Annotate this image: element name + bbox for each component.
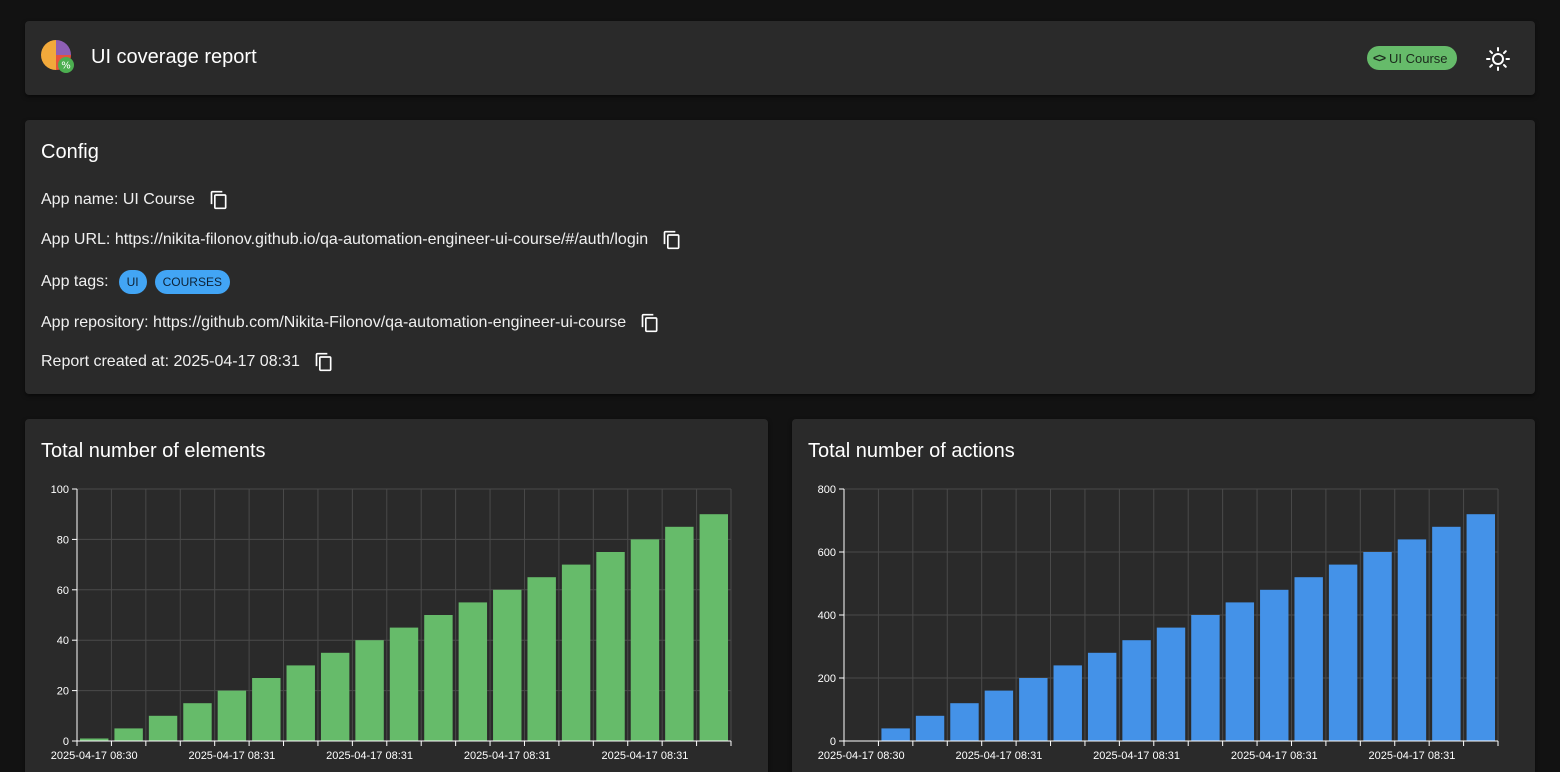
elements-bar[interactable]	[527, 577, 556, 741]
app-url-row: App URL: https://nikita-filonov.github.i…	[41, 230, 682, 250]
report-created-text: Report created at: 2025-04-17 08:31	[41, 353, 300, 370]
actions-bar[interactable]	[1294, 577, 1323, 741]
pie-chart-logo-icon: %	[41, 40, 74, 73]
app-url-text: App URL: https://nikita-filonov.github.i…	[41, 231, 649, 248]
y-tick-label: 400	[818, 610, 836, 622]
app-repository-text: App repository: https://github.com/Nikit…	[41, 314, 627, 331]
actions-bar[interactable]	[1122, 640, 1151, 741]
elements-bar-chart: 0 20 40 60 80 100 2025-04-17 08:30 2025-04-17 0…	[51, 484, 732, 762]
elements-bar[interactable]	[355, 640, 384, 741]
app-tags-label: App tags:	[41, 273, 109, 290]
tag-courses: COURSES	[154, 270, 230, 294]
elements-bar[interactable]	[493, 589, 522, 741]
config-card: Config App name: UI Course App URL: http…	[25, 120, 1535, 394]
actions-bar[interactable]	[881, 728, 910, 741]
elements-bar[interactable]	[424, 615, 453, 741]
elements-bar[interactable]	[286, 665, 315, 741]
x-tick-label: 2025-04-17 08:31	[326, 750, 413, 762]
y-tick-label: 800	[818, 484, 836, 496]
config-heading: Config	[41, 141, 99, 163]
copy-icon[interactable]	[662, 230, 682, 250]
actions-bar[interactable]	[1432, 526, 1461, 741]
actions-bar[interactable]	[1191, 615, 1220, 741]
elements-bar[interactable]	[596, 552, 625, 741]
actions-bar[interactable]	[1053, 665, 1082, 741]
elements-chart-card: Total number of elements 0 20 40 60 80 100 202…	[25, 419, 768, 772]
elements-bar[interactable]	[699, 514, 728, 741]
actions-bar[interactable]	[1019, 678, 1048, 741]
elements-bar[interactable]	[458, 602, 488, 741]
app-name-row: App name: UI Course	[41, 190, 229, 210]
elements-bar[interactable]	[561, 564, 591, 741]
y-tick-label: 0	[830, 736, 836, 748]
x-tick-label: 2025-04-17 08:30	[818, 750, 905, 762]
y-tick-label: 80	[57, 534, 69, 546]
actions-bar[interactable]	[1397, 539, 1427, 741]
elements-bar[interactable]	[148, 715, 178, 741]
x-tick-label: 2025-04-17 08:31	[602, 750, 689, 762]
actions-bar[interactable]	[1225, 602, 1255, 741]
x-tick-label: 2025-04-17 08:31	[464, 750, 551, 762]
actions-bar[interactable]	[1156, 627, 1186, 741]
elements-bar[interactable]	[114, 728, 143, 741]
actions-bar-chart: 0 200 400 600 800 2025-04-17 08:30 2025-04-17 …	[818, 484, 1499, 762]
elements-bar[interactable]	[389, 627, 419, 741]
copy-icon[interactable]	[209, 190, 229, 210]
x-tick-label: 2025-04-17 08:31	[1369, 750, 1456, 762]
x-tick-label: 2025-04-17 08:31	[1231, 750, 1318, 762]
y-tick-label: 20	[57, 686, 69, 698]
y-tick-label: 600	[818, 547, 836, 559]
sun-icon[interactable]	[1485, 46, 1511, 72]
actions-bar[interactable]	[1328, 564, 1358, 741]
app-header: % UI coverage report <> UI Course	[25, 21, 1535, 95]
copy-icon[interactable]	[640, 313, 660, 333]
y-tick-label: 60	[57, 585, 69, 597]
copy-icon[interactable]	[314, 352, 334, 372]
code-icon: <>	[1373, 51, 1386, 65]
x-tick-label: 2025-04-17 08:30	[51, 750, 138, 762]
app-repository-row: App repository: https://github.com/Nikit…	[41, 313, 660, 333]
y-tick-label: 0	[63, 736, 69, 748]
svg-text:%: %	[61, 61, 71, 72]
actions-bar[interactable]	[1260, 589, 1289, 741]
elements-bar[interactable]	[252, 678, 281, 741]
x-tick-label: 2025-04-17 08:31	[955, 750, 1042, 762]
elements-bar[interactable]	[665, 526, 694, 741]
page-title: UI coverage report	[91, 46, 257, 68]
actions-bar[interactable]	[915, 715, 945, 741]
actions-chart-card: Total number of actions 0 200 400 600 800 202…	[792, 419, 1535, 772]
elements-bar[interactable]	[320, 652, 350, 741]
tag-ui: UI	[118, 270, 147, 294]
app-chip-label: UI Course	[1389, 50, 1448, 66]
actions-bar[interactable]	[1466, 514, 1495, 741]
elements-bar[interactable]	[183, 703, 212, 741]
y-tick-label: 100	[51, 484, 69, 496]
app-tags-row: App tags: UI COURSES	[41, 270, 230, 294]
actions-bar[interactable]	[1363, 552, 1392, 741]
x-tick-label: 2025-04-17 08:31	[188, 750, 275, 762]
x-tick-label: 2025-04-17 08:31	[1093, 750, 1180, 762]
actions-bar[interactable]	[1087, 652, 1117, 741]
elements-bar[interactable]	[217, 690, 247, 741]
elements-bar[interactable]	[630, 539, 660, 741]
actions-bar[interactable]	[950, 703, 979, 741]
app-chip[interactable]: <> UI Course	[1367, 46, 1457, 70]
y-tick-label: 40	[57, 635, 69, 647]
app-name-text: App name: UI Course	[41, 191, 195, 208]
y-tick-label: 200	[818, 673, 836, 685]
actions-bar[interactable]	[984, 690, 1014, 741]
report-created-row: Report created at: 2025-04-17 08:31	[41, 352, 334, 372]
